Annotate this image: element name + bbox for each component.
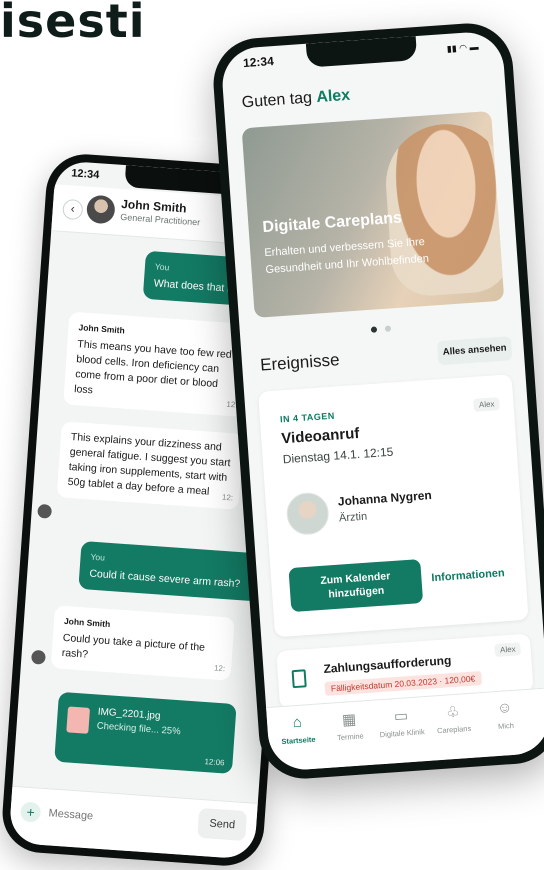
greeting-text: Guten tag: [241, 89, 313, 112]
user-name: Alex: [315, 86, 351, 107]
chat-icon: ▭: [393, 707, 409, 726]
message-time: 12:: [213, 663, 226, 674]
message-composer: + Send: [8, 785, 258, 860]
tab-label: Mich: [497, 720, 515, 731]
information-link[interactable]: Informationen: [431, 567, 505, 584]
status-time: 12:34: [242, 54, 275, 71]
avatar: [37, 503, 53, 519]
signal-icon: ▮▮ ◠ ▬: [446, 41, 479, 54]
doctor-name: Johanna Nygren: [337, 488, 433, 509]
careplans-banner[interactable]: Digitale Careplans Erhalten und verbesse…: [241, 110, 505, 318]
avatar: [30, 649, 46, 665]
avatar: [85, 194, 116, 225]
carousel-dot[interactable]: [370, 326, 377, 333]
payment-title: Zahlungsaufforderung: [323, 653, 452, 676]
tab-label: Careplans: [436, 723, 472, 736]
leaf-icon: ♧: [445, 703, 461, 722]
tab-mich[interactable]: ☺ Mich: [478, 698, 532, 733]
tab-label: Termine: [336, 731, 364, 743]
add-attachment-button[interactable]: +: [19, 801, 42, 823]
event-tag: Alex: [473, 397, 500, 412]
event-date: Dienstag 14.1. 12:15: [282, 444, 394, 467]
banner-title: Digitale Careplans: [262, 209, 403, 237]
event-card[interactable]: IN 4 TAGEN Alex Videoanruf Dienstag 14.1…: [258, 374, 529, 638]
upload-status: Checking file... 25%: [96, 720, 181, 738]
contact-role: General Practitioner: [120, 211, 201, 228]
section-title: Ereignisse: [259, 350, 341, 375]
avatar: [285, 491, 331, 537]
event-title: Videoanruf: [280, 424, 360, 448]
image-file-icon: [66, 706, 91, 734]
message-input[interactable]: [45, 801, 172, 834]
invoice-icon: [291, 669, 307, 689]
brand-headline: isesti: [0, 0, 146, 48]
tab-termine[interactable]: ▦ Termine: [323, 709, 377, 744]
greeting: Guten tag Alex: [241, 87, 351, 113]
app-phone: 12:34 ▮▮ ◠ ▬ Guten tag Alex Digitale Car…: [210, 20, 544, 782]
message-time: 12:06: [204, 757, 225, 768]
message-bubble: John Smith Could you take a picture of t…: [50, 605, 235, 681]
message-text: This explains your dizziness and general…: [67, 430, 231, 498]
message-time: 12:: [221, 492, 234, 503]
add-to-calendar-button[interactable]: Zum Kalender hinzufügen: [288, 559, 424, 613]
send-button[interactable]: Send: [197, 807, 248, 842]
tab-careplans[interactable]: ♧ Careplans: [426, 701, 480, 736]
app-screen: 12:34 ▮▮ ◠ ▬ Guten tag Alex Digitale Car…: [220, 30, 544, 772]
doctor-role: Ärztin: [338, 510, 368, 525]
calendar-icon: ▦: [341, 710, 357, 729]
payment-due: Fälligkeitsdatum 20.03.2023 · 120,00€: [324, 671, 482, 696]
back-button[interactable]: ‹: [62, 198, 84, 221]
phone-notch: [305, 36, 418, 68]
message-bubble: You Could it cause severe arm rash?: [78, 540, 262, 602]
event-when: IN 4 TAGEN: [279, 410, 336, 425]
file-attachment[interactable]: IMG_2201.jpg Checking file... 25% 12:06: [54, 691, 237, 774]
smile-icon: ☺: [496, 698, 513, 717]
payment-tag: Alex: [494, 642, 522, 657]
tab-startseite[interactable]: ⌂ Startseite: [271, 712, 325, 747]
file-name: IMG_2201.jpg: [97, 706, 161, 722]
status-time: 12:34: [70, 167, 100, 182]
tab-label: Digitale Klinik: [379, 727, 425, 740]
tab-digitale-klinik[interactable]: ▭ Digitale Klinik: [374, 705, 428, 740]
home-icon: ⌂: [292, 713, 303, 732]
message-text: This means you have too few red blood ce…: [73, 338, 233, 397]
message-bubble: This explains your dizziness and general…: [56, 421, 244, 510]
tab-label: Startseite: [281, 734, 316, 747]
carousel-dot[interactable]: [384, 325, 392, 332]
see-all-button[interactable]: Alles ansehen: [436, 336, 513, 366]
message-bubble: John Smith This means you have too few r…: [63, 311, 250, 417]
